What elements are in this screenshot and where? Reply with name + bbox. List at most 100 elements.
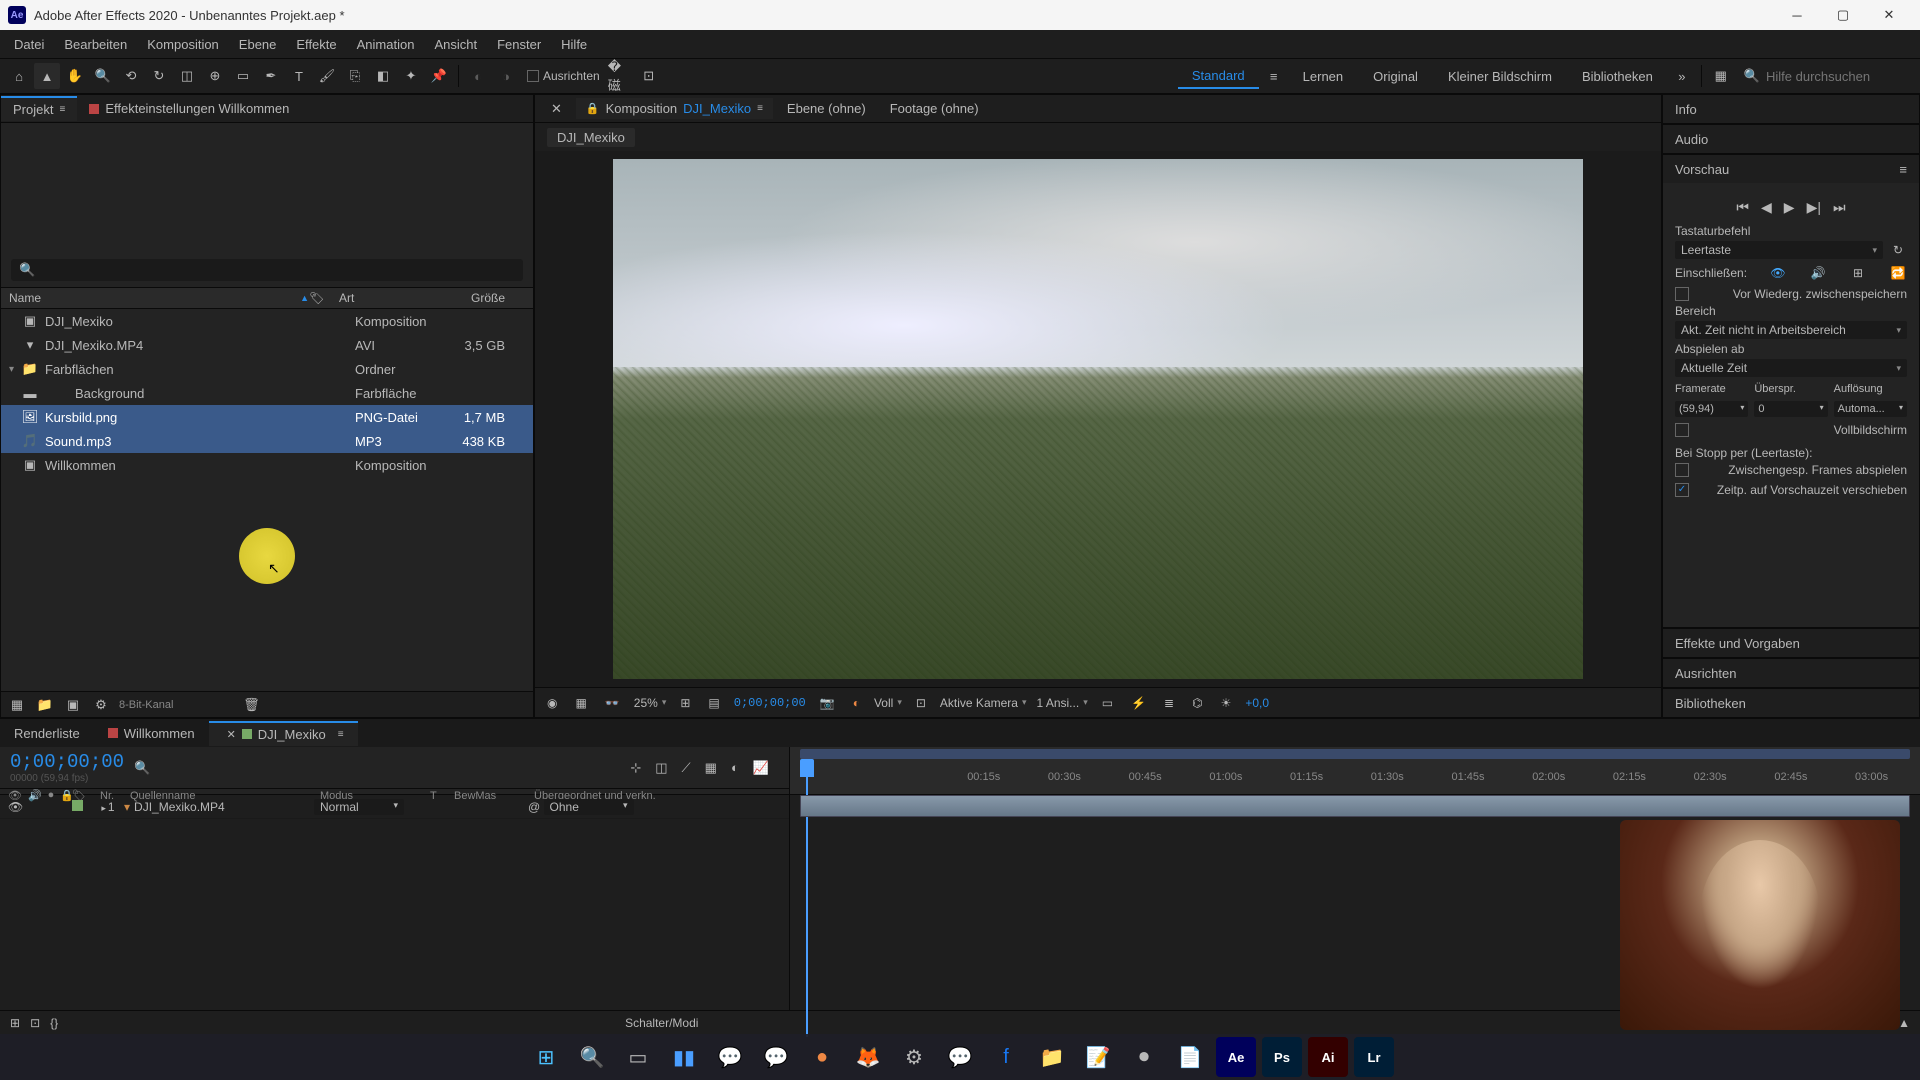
tab-timeline-dji[interactable]: ✕DJI_Mexiko≡ — [209, 721, 358, 746]
layer-name[interactable]: ▾DJI_Mexiko.MP4 — [120, 800, 310, 814]
menu-effekte[interactable]: Effekte — [286, 33, 346, 56]
new-comp-icon[interactable]: ▣ — [63, 695, 83, 715]
playhead[interactable] — [800, 759, 814, 777]
project-item[interactable]: ▣WillkommenKomposition — [1, 453, 533, 477]
safe-zones-icon[interactable]: ⊞ — [676, 696, 694, 710]
workspace-kleiner[interactable]: Kleiner Bildschirm — [1434, 65, 1566, 88]
graph-editor-icon[interactable]: 📈 — [753, 760, 769, 776]
panel-toggle-icon[interactable]: ▦ — [1708, 63, 1734, 89]
zoom-tool-icon[interactable]: 🔍 — [90, 63, 116, 89]
taskbar-firefox-icon[interactable]: 🦊 — [848, 1037, 888, 1077]
motion-blur-icon[interactable]: ◐ — [731, 760, 739, 775]
fast-preview-icon[interactable]: ⚡ — [1127, 696, 1150, 710]
workspace-standard[interactable]: Standard — [1178, 64, 1259, 89]
range-dropdown[interactable]: Akt. Zeit nicht in Arbeitsbereich — [1675, 321, 1907, 339]
panel-vorschau[interactable]: Vorschau≡ — [1663, 155, 1919, 183]
mask-toggle-icon[interactable]: 👓 — [601, 696, 624, 710]
zoom-dropdown[interactable]: 25% — [634, 696, 667, 710]
resolution-dropdown[interactable]: Voll — [874, 696, 902, 710]
next-frame-icon[interactable]: ▶| — [1807, 199, 1821, 216]
loop-icon[interactable]: 🔁 — [1889, 265, 1907, 281]
include-overlays-icon[interactable]: ⊞ — [1849, 265, 1867, 281]
workspace-menu-icon[interactable]: ≡ — [1261, 63, 1287, 89]
col-size[interactable]: Größe — [439, 291, 525, 305]
taskbar-ps-icon[interactable]: Ps — [1262, 1037, 1302, 1077]
switches-modes-toggle[interactable]: Schalter/Modi — [625, 1016, 698, 1030]
fullscreen-checkbox[interactable] — [1675, 423, 1689, 437]
taskbar-ae-icon[interactable]: Ae — [1216, 1037, 1256, 1077]
timeline-icon[interactable]: ≣ — [1160, 696, 1178, 710]
resolution-preview-dropdown[interactable]: Automa... — [1834, 401, 1907, 417]
snap-extra-icon[interactable]: ⊡ — [636, 63, 662, 89]
taskbar-whatsapp-icon[interactable]: 💬 — [756, 1037, 796, 1077]
panel-bibliotheken[interactable]: Bibliotheken — [1663, 689, 1919, 717]
snapshot-icon[interactable]: 📷 — [816, 696, 839, 710]
taskbar-app-icon[interactable]: ⚙ — [894, 1037, 934, 1077]
shortcut-dropdown[interactable]: Leertaste — [1675, 241, 1883, 259]
delete-icon[interactable]: 🗑 — [241, 695, 261, 715]
layer-bar[interactable] — [800, 795, 1910, 817]
taskbar-taskview-icon[interactable]: ▭ — [618, 1037, 658, 1077]
taskbar-obs-icon[interactable]: ⏺ — [1124, 1037, 1164, 1077]
taskbar-ai-icon[interactable]: Ai — [1308, 1037, 1348, 1077]
eraser-tool-icon[interactable]: ◧ — [370, 63, 396, 89]
panel-menu-icon[interactable]: ≡ — [1899, 162, 1907, 177]
panel-audio[interactable]: Audio — [1663, 125, 1919, 153]
workspace-lernen[interactable]: Lernen — [1289, 65, 1357, 88]
taskbar-teams-icon[interactable]: 💬 — [710, 1037, 750, 1077]
text-tool-icon[interactable]: T — [286, 63, 312, 89]
tab-ebene[interactable]: Ebene (ohne) — [777, 98, 876, 119]
channel-icon[interactable]: ◐ — [849, 696, 864, 710]
menu-datei[interactable]: Datei — [4, 33, 54, 56]
comp-mini-flowchart-icon[interactable]: ⊹ — [630, 760, 641, 776]
project-search[interactable]: 🔍 — [11, 259, 523, 281]
col-label[interactable]: 🏷 — [309, 291, 339, 305]
always-preview-icon[interactable]: ◉ — [543, 696, 561, 710]
snap-checkbox[interactable]: Ausrichten — [521, 69, 606, 83]
viewer-canvas[interactable] — [535, 151, 1661, 687]
interpret-footage-icon[interactable]: ▦ — [7, 695, 27, 715]
clone-tool-icon[interactable]: ⎘ — [342, 63, 368, 89]
viewer-close-icon[interactable]: ✕ — [541, 98, 572, 120]
toggle-modes-icon[interactable]: ⊡ — [30, 1016, 40, 1030]
first-frame-icon[interactable]: ⏮ — [1736, 199, 1749, 216]
rotate-tool-icon[interactable]: ↻ — [146, 63, 172, 89]
taskbar-explorer-icon[interactable]: 📁 — [1032, 1037, 1072, 1077]
taskbar-search-icon[interactable]: 🔍 — [572, 1037, 612, 1077]
camera-dropdown[interactable]: Aktive Kamera — [940, 696, 1027, 710]
workspace-bibliotheken[interactable]: Bibliotheken — [1568, 65, 1667, 88]
toggle-switches-icon[interactable]: ⊞ — [10, 1016, 20, 1030]
menu-fenster[interactable]: Fenster — [487, 33, 551, 56]
taskbar-notes-icon[interactable]: 📝 — [1078, 1037, 1118, 1077]
last-frame-icon[interactable]: ⏭ — [1833, 199, 1846, 216]
play-from-dropdown[interactable]: Aktuelle Zeit — [1675, 359, 1907, 377]
puppet-tool-icon[interactable]: 📌 — [426, 63, 452, 89]
snapping-options-icon[interactable]: �磁 — [608, 63, 634, 89]
current-timecode[interactable]: 0;00;00;00 — [734, 696, 806, 710]
timeline-timecode[interactable]: 0;00;00;00 — [10, 751, 124, 773]
panel-info[interactable]: Info — [1663, 95, 1919, 123]
prev-frame-icon[interactable]: ◀ — [1761, 199, 1772, 216]
maximize-button[interactable]: ▢ — [1820, 0, 1866, 30]
project-list[interactable]: ▣DJI_MexikoKomposition▾DJI_Mexiko.MP4AVI… — [1, 309, 533, 691]
project-item[interactable]: ▬BackgroundFarbfläche — [1, 381, 533, 405]
taskbar-lr-icon[interactable]: Lr — [1354, 1037, 1394, 1077]
panel-effekte-vorgaben[interactable]: Effekte und Vorgaben — [1663, 629, 1919, 657]
taskbar-facebook-icon[interactable]: f — [986, 1037, 1026, 1077]
pixel-aspect-icon[interactable]: ▭ — [1098, 696, 1117, 710]
flowchart-icon[interactable]: ⌬ — [1188, 696, 1206, 710]
include-audio-icon[interactable]: 🔊 — [1809, 265, 1827, 281]
layer-row[interactable]: 👁 ▸1 ▾DJI_Mexiko.MP4 Normal @ Ohne — [0, 795, 789, 819]
taskbar-office-icon[interactable]: ● — [802, 1037, 842, 1077]
taskbar-start-icon[interactable]: ⊞ — [526, 1037, 566, 1077]
anchor-tool-icon[interactable]: ⊕ — [202, 63, 228, 89]
pickwhip-icon[interactable]: @ — [528, 800, 540, 814]
tab-projekt[interactable]: Projekt ≡ — [1, 96, 77, 121]
selection-tool-icon[interactable]: ▲ — [34, 63, 60, 89]
play-icon[interactable]: ▶ — [1784, 199, 1795, 216]
draft-3d-icon[interactable]: ◫ — [655, 760, 667, 776]
col-art[interactable]: Art — [339, 291, 439, 305]
workspace-original[interactable]: Original — [1359, 65, 1432, 88]
exposure-value[interactable]: +0,0 — [1245, 696, 1269, 710]
close-button[interactable]: ✕ — [1866, 0, 1912, 30]
